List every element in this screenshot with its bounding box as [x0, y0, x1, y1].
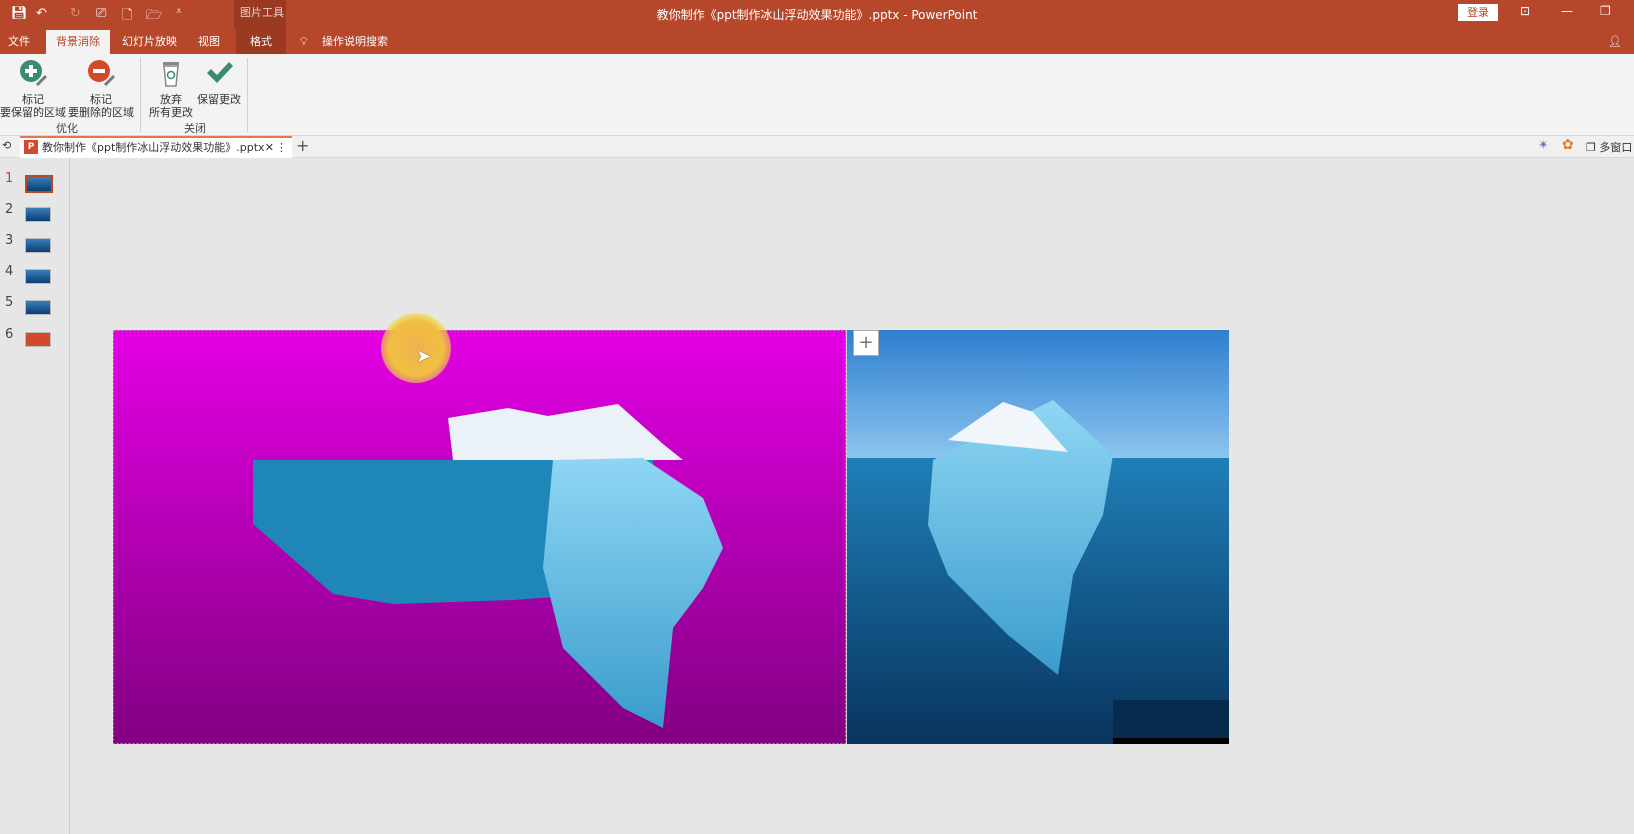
close-tab-icon[interactable]: ✕ — [265, 138, 274, 157]
iceberg-picture — [113, 330, 1229, 744]
group-label-refine: 优化 — [56, 122, 78, 135]
slide-number: 2 — [5, 202, 14, 217]
slide-thumbnail-5[interactable] — [25, 300, 51, 315]
keep-changes-button[interactable]: 保留更改 — [194, 58, 244, 106]
slide-thumbnail-1[interactable] — [25, 175, 53, 193]
ribbon-display-icon[interactable]: ⊡ — [1520, 4, 1530, 18]
tab-view[interactable]: 视图 — [190, 30, 228, 54]
tab-file[interactable]: 文件 — [0, 30, 38, 54]
slide-number: 6 — [5, 327, 14, 342]
checkmark-icon — [207, 62, 233, 83]
lightbulb-icon: 💡︎ — [300, 35, 308, 48]
tab-slideshow[interactable]: 幻灯片放映 — [114, 30, 185, 54]
powerpoint-icon: P — [24, 140, 38, 154]
slide-number: 5 — [5, 295, 14, 310]
slide-thumbnail-6[interactable] — [25, 332, 51, 347]
restore-icon[interactable]: ❐ — [1600, 4, 1611, 18]
slide-number: 3 — [5, 233, 14, 248]
share-button[interactable]: 👤︎共 — [1600, 30, 1634, 72]
tab-background-removal[interactable]: 背景消除 — [46, 30, 110, 54]
group-divider — [140, 58, 141, 132]
settings-icon[interactable]: ✿ — [1562, 137, 1574, 153]
window-title: 教你制作《ppt制作冰山浮动效果功能》.pptx - PowerPoint — [656, 8, 978, 22]
history-icon[interactable]: ⟲ — [2, 139, 11, 152]
new-tab-icon[interactable]: + — [296, 136, 309, 155]
slide-thumbnail-4[interactable] — [25, 269, 51, 284]
slide-thumbnail-panel: 1 2 3 4 5 6 — [0, 158, 70, 834]
tab-format[interactable]: 格式 — [236, 30, 286, 54]
mouse-cursor-icon: ➤ — [416, 346, 432, 367]
document-tab[interactable]: P 教你制作《ppt制作冰山浮动效果功能》.pptx ✕ ⋮ — [20, 136, 292, 158]
plus-marker-icon[interactable]: + — [853, 330, 879, 356]
background-removal-image[interactable]: + — [113, 330, 1229, 744]
document-tab-bar: ⟲ P 教你制作《ppt制作冰山浮动效果功能》.pptx ✕ ⋮ + ✴ ✿ ❐… — [0, 136, 1634, 158]
multi-window-button[interactable]: ❐ 多窗口 — [1586, 139, 1632, 155]
ribbon-tabs: 文件 背景消除 幻灯片放映 视图 格式 💡︎ 操作说明搜索 👤︎共 — [0, 30, 1634, 72]
recycle-bin-icon — [163, 62, 179, 87]
group-divider — [247, 58, 248, 132]
ribbon: 标记 要保留的区域 标记 要删除的区域 优化 放弃 所有更改 保留更改 关闭 — [0, 54, 1634, 136]
login-button[interactable]: 登录 — [1458, 4, 1498, 21]
slide-thumbnail-3[interactable] — [25, 238, 51, 253]
slide-number: 1 — [5, 171, 14, 186]
tell-me-search[interactable]: 操作说明搜索 — [314, 30, 396, 54]
discard-changes-button[interactable]: 放弃 所有更改 — [146, 58, 196, 119]
add-pencil-icon — [20, 60, 47, 86]
magic-wand-icon[interactable]: ✴ — [1538, 138, 1549, 153]
remove-pencil-icon — [88, 60, 115, 86]
slide-thumbnail-2[interactable] — [25, 207, 51, 222]
title-bar: 💾︎ ↶ ↻ ⎚ 🗋 🗁 ⩡ 图片工具 教你制作《ppt制作冰山浮动效果功能》.… — [0, 0, 1634, 54]
slide-number: 4 — [5, 264, 14, 279]
mark-remove-button[interactable]: 标记 要删除的区域 — [68, 58, 134, 119]
group-label-close: 关闭 — [184, 122, 206, 135]
mark-keep-button[interactable]: 标记 要保留的区域 — [0, 58, 66, 119]
more-icon[interactable]: ⋮ — [276, 138, 287, 157]
minimize-icon[interactable]: — — [1561, 4, 1573, 18]
